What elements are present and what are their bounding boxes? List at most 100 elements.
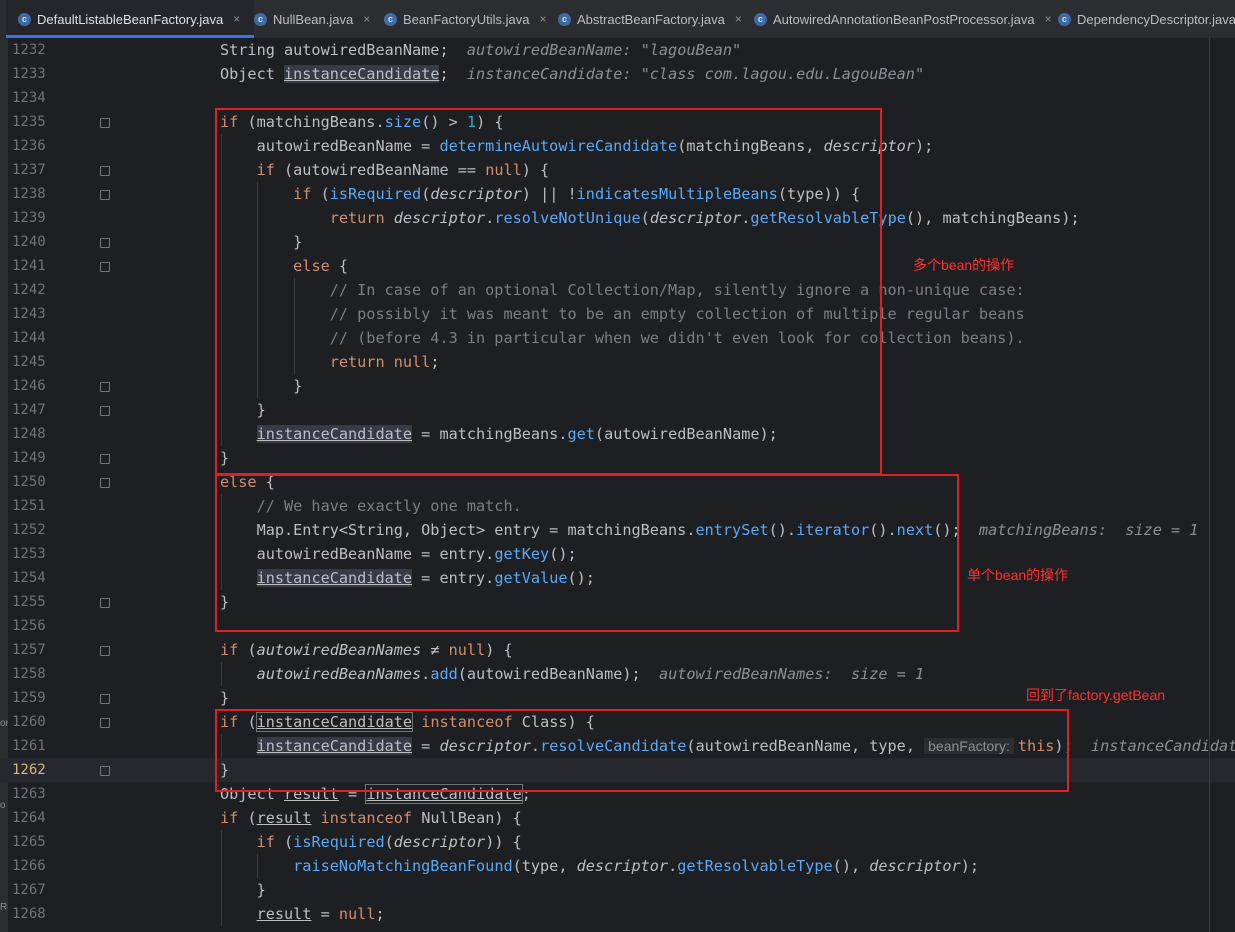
line-number: 1242: [12, 282, 46, 298]
line-number: 1257: [12, 642, 46, 658]
line-number: 1251: [12, 498, 46, 514]
code-line[interactable]: 1268 result = null;: [0, 902, 1235, 926]
code-text: raiseNoMatchingBeanFound(type, descripto…: [293, 857, 979, 875]
line-number: 1232: [12, 42, 46, 58]
line-number: 1265: [12, 834, 46, 850]
code-text: autowiredBeanNames.add(autowiredBeanName…: [256, 665, 925, 683]
annotation-box-getbean: [215, 709, 1069, 792]
annotation-multi-bean: 多个bean的操作: [913, 257, 1015, 273]
class-icon: c: [558, 12, 571, 26]
fold-icon[interactable]: [100, 262, 110, 272]
fold-icon[interactable]: [100, 454, 110, 464]
tab-label: DefaultListableBeanFactory.java: [37, 11, 224, 27]
fold-icon[interactable]: [100, 382, 110, 392]
tab-4[interactable]: c AutowiredAnnotationBeanPostProcessor.ja…: [742, 0, 1058, 38]
class-icon: c: [754, 12, 767, 26]
line-number: 1239: [12, 210, 46, 226]
line-number: 1255: [12, 594, 46, 610]
line-number: 1245: [12, 354, 46, 370]
line-number: 1244: [12, 330, 46, 346]
class-icon: c: [254, 12, 267, 26]
line-number: 1249: [12, 450, 46, 466]
fold-icon[interactable]: [100, 238, 110, 248]
line-number: 1240: [12, 234, 46, 250]
tab-label: AbstractBeanFactory.java: [577, 11, 725, 27]
line-number: 1241: [12, 258, 46, 274]
fold-icon[interactable]: [100, 406, 110, 416]
tab-5[interactable]: c DependencyDescriptor.java: [1046, 0, 1235, 38]
tab-1[interactable]: c NullBean.java ×: [242, 0, 384, 38]
class-icon: c: [384, 12, 397, 26]
line-number: 1263: [12, 786, 46, 802]
line-number: 1252: [12, 522, 46, 538]
right-margin-guide: [1209, 38, 1210, 932]
code-line[interactable]: 1258 autowiredBeanNames.add(autowiredBea…: [0, 662, 1235, 686]
indent-guide: [257, 854, 258, 878]
editor-tab-bar: c DefaultListableBeanFactory.java × c NullBe…: [0, 0, 1235, 39]
line-number: 1236: [12, 138, 46, 154]
code-text: }: [220, 881, 266, 899]
tab-label: DependencyDescriptor.java: [1077, 11, 1235, 27]
close-icon[interactable]: ×: [363, 12, 370, 26]
code-text: if (autowiredBeanNames ≠ null) {: [220, 641, 513, 659]
fold-icon[interactable]: [100, 118, 110, 128]
indent-guide: [221, 830, 222, 926]
code-text: if (result instanceof NullBean) {: [220, 809, 522, 827]
line-number: 1253: [12, 546, 46, 562]
fold-icon[interactable]: [100, 766, 110, 776]
code-text: if (isRequired(descriptor)) {: [256, 833, 522, 851]
line-number: 1250: [12, 474, 46, 490]
line-number: 1243: [12, 306, 46, 322]
line-number: 1264: [12, 810, 46, 826]
code-text: Object instanceCandidate; instanceCandid…: [220, 65, 925, 83]
fold-icon[interactable]: [100, 598, 110, 608]
line-number: 1258: [12, 666, 46, 682]
tab-label: BeanFactoryUtils.java: [403, 11, 530, 27]
code-text: result = null;: [256, 905, 385, 923]
fold-icon[interactable]: [100, 646, 110, 656]
code-line[interactable]: 1233 Object instanceCandidate; instanceCa…: [0, 62, 1235, 86]
tab-2[interactable]: c BeanFactoryUtils.java ×: [372, 0, 558, 38]
fold-icon[interactable]: [100, 190, 110, 200]
code-line[interactable]: 1264 if (result instanceof NullBean) {: [0, 806, 1235, 830]
close-icon[interactable]: ×: [735, 12, 742, 26]
tab-3[interactable]: c AbstractBeanFactory.java ×: [546, 0, 754, 38]
line-number: 1261: [12, 738, 46, 754]
code-text: String autowiredBeanName; autowiredBeanN…: [220, 41, 742, 59]
annotation-back-to-getbean: 回到了factory.getBean: [1026, 687, 1166, 703]
line-number: 1256: [12, 618, 46, 634]
code-line[interactable]: 1257 if (autowiredBeanNames ≠ null) {: [0, 638, 1235, 662]
line-number: 1260: [12, 714, 46, 730]
line-number: 1233: [12, 66, 46, 82]
code-text: }: [220, 689, 230, 707]
line-number: 1262: [12, 762, 46, 778]
annotation-single-bean: 单个bean的操作: [967, 567, 1069, 583]
line-number: 1254: [12, 570, 46, 586]
fold-icon[interactable]: [100, 166, 110, 176]
code-line[interactable]: 1266 raiseNoMatchingBeanFound(type, desc…: [0, 854, 1235, 878]
tab-label: NullBean.java: [273, 11, 354, 27]
line-number: 1247: [12, 402, 46, 418]
code-line[interactable]: 1267 }: [0, 878, 1235, 902]
line-number: 1238: [12, 186, 46, 202]
fold-icon[interactable]: [100, 694, 110, 704]
line-number: 1234: [12, 90, 46, 106]
tab-label: AutowiredAnnotationBeanPostProcessor.jav…: [773, 11, 1035, 27]
fold-icon[interactable]: [100, 718, 110, 728]
line-number: 1246: [12, 378, 46, 394]
annotation-box-multi-bean: [215, 108, 882, 475]
tab-0[interactable]: c DefaultListableBeanFactory.java ×: [6, 0, 254, 38]
line-number: 1248: [12, 426, 46, 442]
line-number: 1268: [12, 906, 46, 922]
line-number: 1266: [12, 858, 46, 874]
annotation-box-single-bean: [215, 474, 959, 632]
indent-guide: [221, 662, 222, 686]
line-number: 1237: [12, 162, 46, 178]
class-icon: c: [1058, 12, 1071, 26]
code-line[interactable]: 1234: [0, 86, 1235, 110]
line-number: 1235: [12, 114, 46, 130]
code-line[interactable]: 1232 String autowiredBeanName; autowiredB…: [0, 38, 1235, 62]
close-icon[interactable]: ×: [233, 12, 240, 26]
fold-icon[interactable]: [100, 478, 110, 488]
code-line[interactable]: 1265 if (isRequired(descriptor)) {: [0, 830, 1235, 854]
